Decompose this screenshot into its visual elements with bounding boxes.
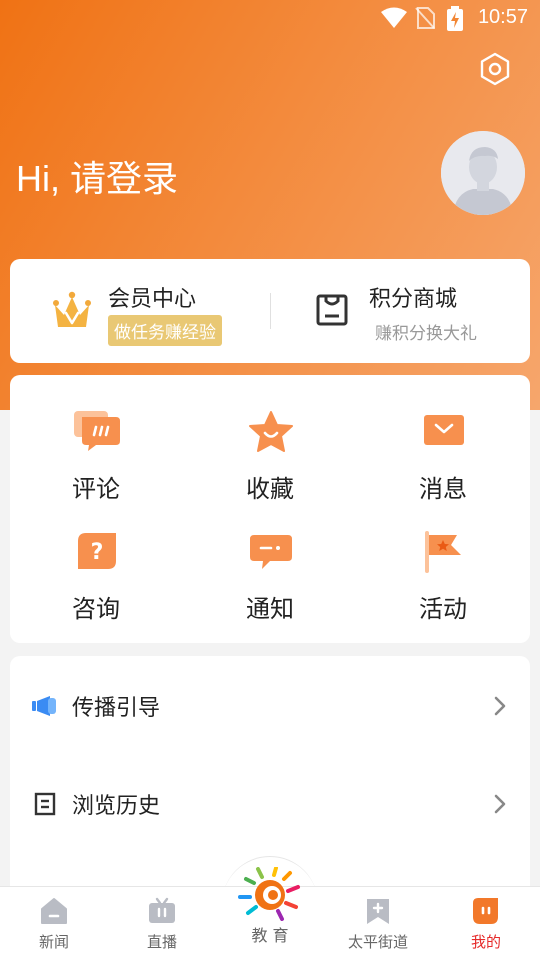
points-mall-title: 积分商城 — [369, 287, 458, 312]
tab-live[interactable]: 直播 — [108, 887, 216, 960]
status-bar: 10:57 — [0, 0, 540, 36]
default-avatar-icon — [441, 131, 525, 215]
no-sim-icon — [415, 7, 435, 29]
feature-activity[interactable]: 活动 — [373, 531, 513, 631]
chevron-right-icon — [494, 696, 506, 716]
tab-education-label: 教 育 — [251, 926, 289, 945]
member-card: 会员中心 做任务赚经验 积分商城 赚积分换大礼 — [10, 259, 530, 363]
avatar[interactable] — [441, 131, 525, 215]
education-logo-icon — [238, 867, 300, 921]
login-prompt[interactable]: Hi, 请登录 — [16, 150, 178, 202]
bookmark-plus-icon — [367, 899, 389, 924]
tab-label: 新闻 — [38, 933, 69, 951]
flag-icon — [425, 531, 461, 573]
chevron-right-icon — [494, 794, 506, 814]
member-center-entry[interactable]: 会员中心 做任务赚经验 — [10, 259, 270, 363]
list-item-propagation[interactable]: 传播引导 — [10, 676, 530, 736]
wifi-icon — [381, 7, 407, 28]
tab-taiping-street[interactable]: 太平街道 — [324, 887, 432, 960]
question-icon: ? — [78, 533, 116, 569]
status-time: 10:57 — [477, 6, 528, 28]
feature-label: 活动 — [419, 595, 467, 623]
crown-icon — [53, 291, 91, 327]
tab-mine[interactable]: 我的 — [432, 887, 540, 960]
envelope-icon — [424, 415, 464, 445]
feature-label: 咨询 — [72, 595, 120, 623]
member-badge: 做任务赚经验 — [108, 315, 222, 346]
megaphone-icon — [32, 696, 56, 716]
feature-consult[interactable]: ? 咨询 — [26, 531, 166, 631]
feature-message[interactable]: 消息 — [373, 411, 513, 511]
tab-label: 太平街道 — [347, 933, 408, 951]
notice-bubble-icon — [250, 535, 292, 569]
feature-favorite[interactable]: 收藏 — [200, 411, 340, 511]
points-mall-entry[interactable]: 积分商城 赚积分换大礼 — [271, 259, 530, 363]
tab-news[interactable]: 新闻 — [0, 887, 108, 960]
svg-text:?: ? — [91, 540, 104, 565]
home-icon — [41, 898, 67, 924]
feature-label: 消息 — [419, 475, 467, 503]
settings-icon[interactable] — [478, 52, 512, 86]
feature-comment[interactable]: 评论 — [26, 411, 166, 511]
star-icon — [249, 411, 293, 452]
feature-notice[interactable]: 通知 — [200, 531, 340, 631]
points-mall-subtitle: 赚积分换大礼 — [375, 324, 477, 344]
feature-grid: 评论 收藏 消息 ? 咨询 通知 活动 — [10, 375, 530, 643]
battery-charging-icon — [447, 6, 463, 31]
tab-label: 直播 — [146, 933, 177, 951]
tab-label: 我的 — [470, 933, 501, 951]
member-center-title: 会员中心 — [108, 287, 197, 312]
feature-label: 收藏 — [246, 475, 294, 503]
comment-icon — [74, 411, 120, 451]
tv-icon — [149, 897, 175, 923]
list-item-label: 传播引导 — [72, 696, 161, 721]
list-item-history[interactable]: 浏览历史 — [10, 774, 530, 834]
feature-label: 通知 — [246, 595, 294, 623]
profile-bubble-icon — [473, 898, 498, 924]
history-list-icon — [34, 792, 56, 816]
shop-bag-icon — [316, 294, 348, 326]
feature-label: 评论 — [72, 475, 120, 503]
list-item-label: 浏览历史 — [72, 794, 161, 819]
